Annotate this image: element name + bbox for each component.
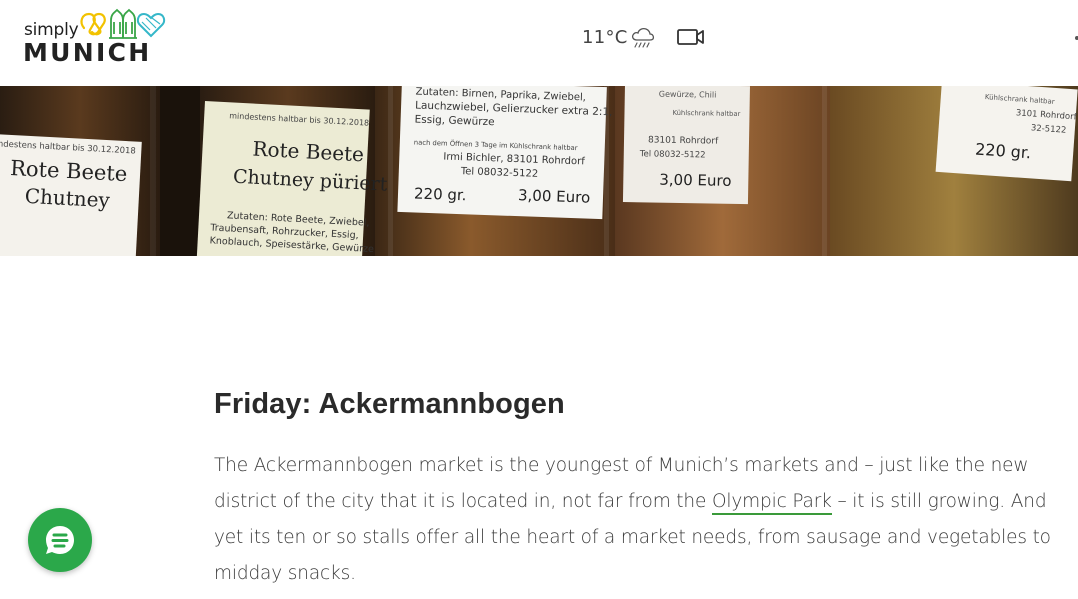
site-header: simply MUNICH 11°C <box>0 0 1078 86</box>
chat-button[interactable] <box>28 508 92 572</box>
chat-bubble-icon <box>46 526 74 554</box>
video-camera-icon[interactable] <box>676 25 706 49</box>
article-title: Friday: Ackermannbogen <box>214 388 565 420</box>
logo-emblem-icon <box>80 8 166 39</box>
label-3-weight: 220 gr. <box>414 184 467 204</box>
rain-cloud-icon <box>631 27 654 48</box>
label-3-price: 3,00 Euro <box>518 186 591 207</box>
label-5-weight: 220 gr. <box>975 140 1032 163</box>
hero-image-chutney-jars: indestens haltbar bis 30.12.2018 Rote Be… <box>0 86 1078 256</box>
label-4-line-2: Kühlschrank haltbar <box>672 109 740 118</box>
label-4-line-1: Gewürze, Chili <box>659 90 717 100</box>
logo-munich-text: MUNICH <box>23 38 152 67</box>
olympic-park-link[interactable]: Olympic Park <box>711 491 832 515</box>
article-paragraph: The Ackermannbogen market is the younges… <box>214 448 1069 592</box>
logo-simply-text: simply <box>24 20 79 40</box>
label-4-price: 3,00 Euro <box>659 171 731 190</box>
label-1-line-3: Chutney <box>24 184 111 212</box>
weather-widget[interactable]: 11°C <box>582 24 656 50</box>
simply-munich-logo[interactable]: simply MUNICH <box>23 6 168 68</box>
label-4-line-4: Tel 08032-5122 <box>639 149 706 160</box>
weather-temperature: 11°C <box>582 26 628 48</box>
chutney-jars-photo: indestens haltbar bis 30.12.2018 Rote Be… <box>0 86 1078 256</box>
label-4-line-3: 83101 Rohrdorf <box>648 135 719 146</box>
